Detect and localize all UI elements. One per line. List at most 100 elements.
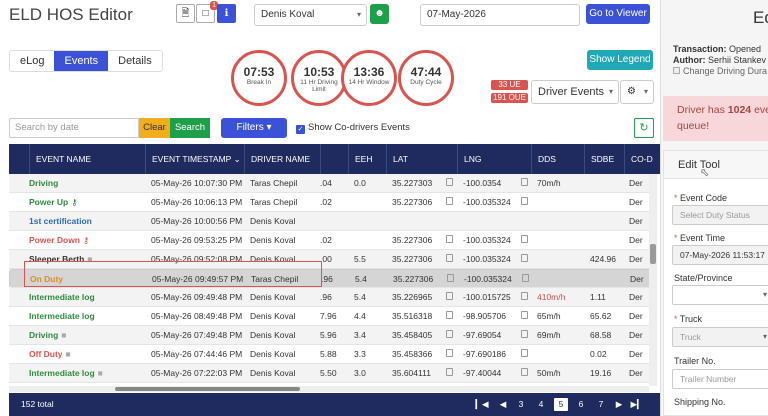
copy-icon[interactable] xyxy=(446,349,453,357)
show-legend-button[interactable]: Show Legend xyxy=(587,50,653,70)
table-row[interactable]: Off Duty ■ 05-May-26 07:44:46 PM Denis Kova… xyxy=(9,345,649,364)
copy-icon[interactable] xyxy=(521,197,528,205)
copy-icon[interactable] xyxy=(447,274,454,282)
copy-icon[interactable] xyxy=(446,311,453,319)
header-eeh[interactable]: EEH xyxy=(348,144,386,174)
table-row[interactable]: Intermediate log 05-May-26 08:49:48 PM Den… xyxy=(9,307,649,326)
driver-events-select[interactable]: Driver Events ▾ xyxy=(531,80,619,104)
clear-button[interactable]: Clear xyxy=(139,118,170,138)
cell-name: Off Duty ■ xyxy=(29,345,141,363)
checkbox-icon[interactable] xyxy=(673,67,680,74)
horizontal-scrollbar[interactable] xyxy=(9,386,649,392)
scroll-thumb[interactable] xyxy=(650,244,656,264)
truck-select[interactable]: Truck ▾ xyxy=(672,327,768,347)
page-4[interactable]: 4 xyxy=(534,393,548,416)
copy-icon[interactable] xyxy=(521,349,528,357)
key-icon: ⚷ xyxy=(83,235,90,245)
cell-co: Der xyxy=(629,174,649,192)
copy-icon[interactable] xyxy=(446,368,453,376)
notes-button[interactable]: □ 1 xyxy=(196,1,218,23)
table-row[interactable]: Power Up ⚷ 05-May-26 10:06:13 PM Taras Chep… xyxy=(9,193,649,212)
header-co-driver[interactable]: CO-D xyxy=(624,144,660,174)
header-event-timestamp[interactable]: EVENT TIMESTAMP ⌄ xyxy=(145,144,244,174)
document-button[interactable]: 🗎 xyxy=(176,4,195,23)
go-to-viewer-button[interactable]: Go to Viewer xyxy=(586,4,650,24)
table-row[interactable]: Driving ■ 05-May-26 07:49:48 PM Denis Koval… xyxy=(9,326,649,345)
cell-text: 05-May-26 07:44:46 PM xyxy=(151,349,243,359)
copy-icon[interactable] xyxy=(521,368,528,376)
cell-text: 35.227306 xyxy=(392,235,433,245)
copy-icon[interactable] xyxy=(446,254,453,262)
table-row[interactable]: Driving 05-May-26 10:07:30 PM Taras Chepil… xyxy=(9,174,649,193)
filters-button[interactable]: Filters ▾ xyxy=(221,118,287,138)
table-row[interactable]: Intermediate log ■ 05-May-26 07:22:03 PM De… xyxy=(9,364,649,383)
cell-text: Taras Chepil xyxy=(250,178,298,188)
prev-page-button[interactable]: ◀ xyxy=(496,393,510,416)
cell-v: .96 xyxy=(321,270,349,288)
table-row[interactable]: Power Down ⚷ 05-May-26 09:53:25 PM Denis Ko… xyxy=(9,231,649,250)
cell-text: 05-May-26 10:07:30 PM xyxy=(151,178,243,188)
header-event-name[interactable]: EVENT NAME xyxy=(29,144,145,174)
copy-icon[interactable] xyxy=(446,330,453,338)
cell-ts: 05-May-26 07:22:03 PM xyxy=(151,364,246,382)
driver-profile-button[interactable]: ☻ xyxy=(370,4,389,24)
gear-icon: ⚙ xyxy=(627,86,636,97)
scroll-thumb[interactable] xyxy=(115,387,300,391)
cell-text: Der xyxy=(629,216,643,226)
cell-lat: 35.516318 xyxy=(392,307,447,325)
search-date-input[interactable]: Search by date xyxy=(9,118,139,138)
tab-details[interactable]: Details xyxy=(108,51,162,71)
duty-cycle-gauge: 47:44 Duty Cycle xyxy=(398,50,454,106)
info-button[interactable]: ℹ xyxy=(217,4,236,23)
copy-icon[interactable] xyxy=(521,330,528,338)
table-row[interactable]: Intermediate log 05-May-26 09:49:48 PM Den… xyxy=(9,288,649,307)
table-row[interactable]: 1st certification 05-May-26 10:00:56 PM De… xyxy=(9,212,649,231)
header-lat[interactable]: LAT xyxy=(386,144,457,174)
copy-icon[interactable] xyxy=(521,235,528,243)
settings-dropdown[interactable]: ⚙ ▾ xyxy=(620,80,654,104)
date-input[interactable]: 07-May-2026 xyxy=(420,4,580,26)
show-codrivers-checkbox[interactable]: ✓ Show Co-drivers Events xyxy=(296,122,410,134)
event-time-input[interactable]: 07-May-2026 11:53:17 xyxy=(672,245,768,265)
header-sdbe[interactable]: SDBE xyxy=(584,144,624,174)
selected-row-highlight xyxy=(24,261,322,287)
last-page-button[interactable]: ▶▎ xyxy=(630,393,644,416)
header-driver-name[interactable]: DRIVER NAME xyxy=(244,144,320,174)
next-page-button[interactable]: ▶ xyxy=(612,393,626,416)
copy-icon[interactable] xyxy=(446,235,453,243)
page-5-current[interactable]: 5 xyxy=(554,398,568,411)
search-button[interactable]: Search xyxy=(170,118,210,138)
copy-icon[interactable] xyxy=(446,178,453,186)
copy-icon[interactable] xyxy=(521,311,528,319)
trailer-label: Trailer No. xyxy=(674,356,716,366)
copy-icon[interactable] xyxy=(446,197,453,205)
gauge-label: Break In xyxy=(246,79,272,86)
copy-icon[interactable] xyxy=(522,274,529,282)
page-6[interactable]: 6 xyxy=(574,393,588,416)
trailer-input[interactable]: Trailer Number xyxy=(672,369,768,389)
cell-text: -97.40044 xyxy=(463,368,502,378)
vertical-scrollbar[interactable] xyxy=(649,174,657,386)
header-lng[interactable]: LNG xyxy=(457,144,531,174)
sort-desc-icon: ⌄ xyxy=(233,154,241,164)
refresh-button[interactable]: ↻ xyxy=(634,118,654,138)
cell-driver: Denis Koval xyxy=(250,212,320,230)
tab-events[interactable]: Events xyxy=(54,51,109,71)
tab-elog[interactable]: eLog xyxy=(10,51,55,71)
cell-text: 4.4 xyxy=(354,311,366,321)
cell-lat: 35.227306 xyxy=(393,270,448,288)
header-col[interactable] xyxy=(320,144,348,174)
first-page-button[interactable]: ▎◀ xyxy=(475,393,489,416)
copy-icon[interactable] xyxy=(521,292,528,300)
state-select[interactable]: ▾ xyxy=(672,285,768,305)
page-7[interactable]: 7 xyxy=(594,393,608,416)
driver-select[interactable]: Denis Koval ▾ xyxy=(254,4,367,26)
event-code-select[interactable]: Select Duty Status xyxy=(672,205,768,225)
copy-icon[interactable] xyxy=(446,292,453,300)
copy-icon[interactable] xyxy=(521,254,528,262)
page-3[interactable]: 3 xyxy=(514,393,528,416)
cell-lng: -97.40044 xyxy=(463,364,527,382)
cell-eeh: 3.0 xyxy=(354,364,384,382)
header-dds[interactable]: DDS xyxy=(531,144,584,174)
copy-icon[interactable] xyxy=(521,178,528,186)
